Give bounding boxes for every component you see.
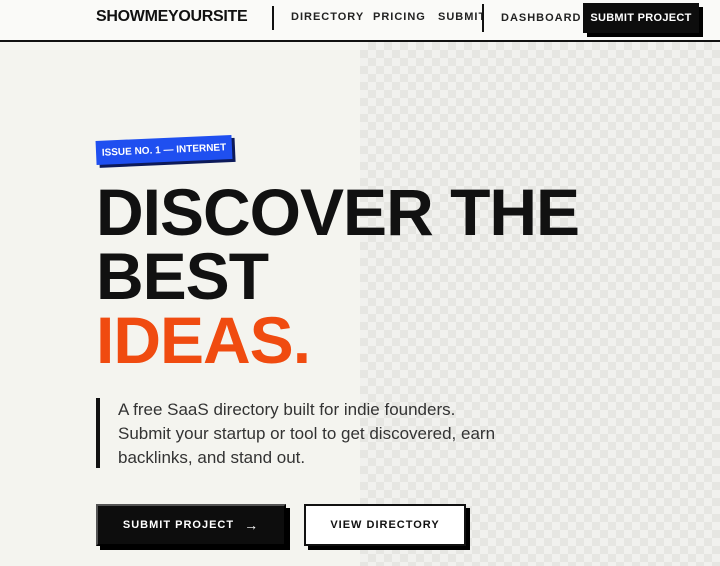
hero-lead-line-2: Submit your startup or tool to get disco… (118, 424, 496, 443)
site-logo[interactable]: SHOWMEYOURSITE (96, 8, 248, 26)
issue-badge: ISSUE NO. 1 — INTERNET (95, 135, 233, 165)
nav-pricing[interactable]: PRICING (373, 11, 426, 23)
nav-directory[interactable]: DIRECTORY (291, 11, 364, 23)
hero-title-accent: IDEAS. (96, 303, 311, 377)
hero-title: DISCOVER THE BEST IDEAS. (96, 175, 580, 377)
hero-lead: A free SaaS directory built for indie fo… (96, 398, 516, 468)
nav-divider-2 (482, 4, 484, 32)
submit-project-button[interactable]: SUBMIT PROJECT → (96, 504, 286, 546)
hero-lead-line-3: backlinks, and stand out. (118, 448, 306, 467)
hero-title-line-1: DISCOVER THE (96, 175, 580, 249)
top-navigation: SHOWMEYOURSITE DIRECTORY PRICING SUBMIT … (0, 0, 720, 42)
nav-divider (272, 6, 274, 30)
nav-submit[interactable]: SUBMIT (438, 11, 482, 23)
submit-project-label: SUBMIT PROJECT (122, 519, 235, 531)
view-directory-button[interactable]: VIEW DIRECTORY (304, 504, 466, 546)
hero-lead-line-1: A free SaaS directory built for indie fo… (118, 400, 456, 419)
hero-title-line-2: BEST (96, 239, 269, 313)
arrow-right-icon: → (244, 517, 260, 533)
nav-dashboard[interactable]: DASHBOARD (501, 12, 582, 24)
submit-project-nav-button[interactable]: SUBMIT PROJECT (583, 3, 699, 33)
